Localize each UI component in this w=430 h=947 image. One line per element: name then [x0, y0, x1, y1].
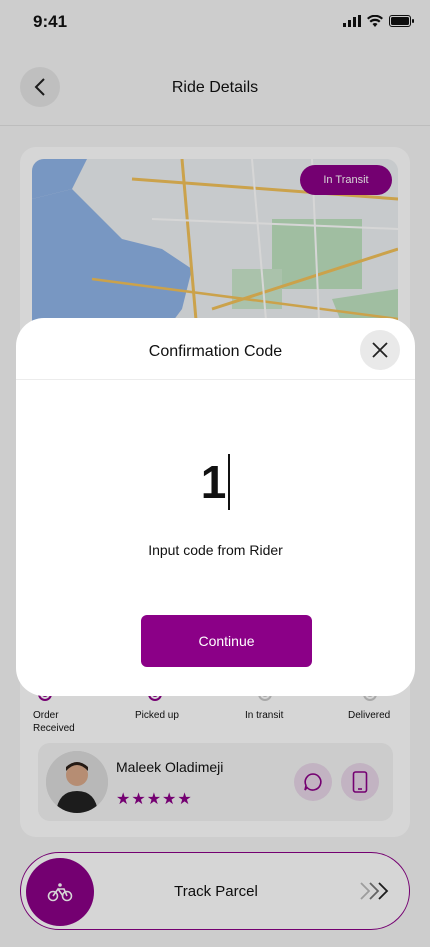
confirmation-code-modal: Confirmation Code 1 Input code from Ride… [16, 318, 415, 696]
code-value: 1 [200, 456, 227, 508]
continue-button[interactable]: Continue [141, 615, 312, 667]
modal-divider [16, 379, 415, 380]
text-caret [228, 454, 231, 510]
code-input[interactable]: 1 [16, 454, 415, 510]
close-button[interactable] [360, 330, 400, 370]
close-icon [372, 342, 388, 358]
modal-title: Confirmation Code [148, 343, 283, 360]
code-hint: Input code from Rider [148, 542, 283, 558]
